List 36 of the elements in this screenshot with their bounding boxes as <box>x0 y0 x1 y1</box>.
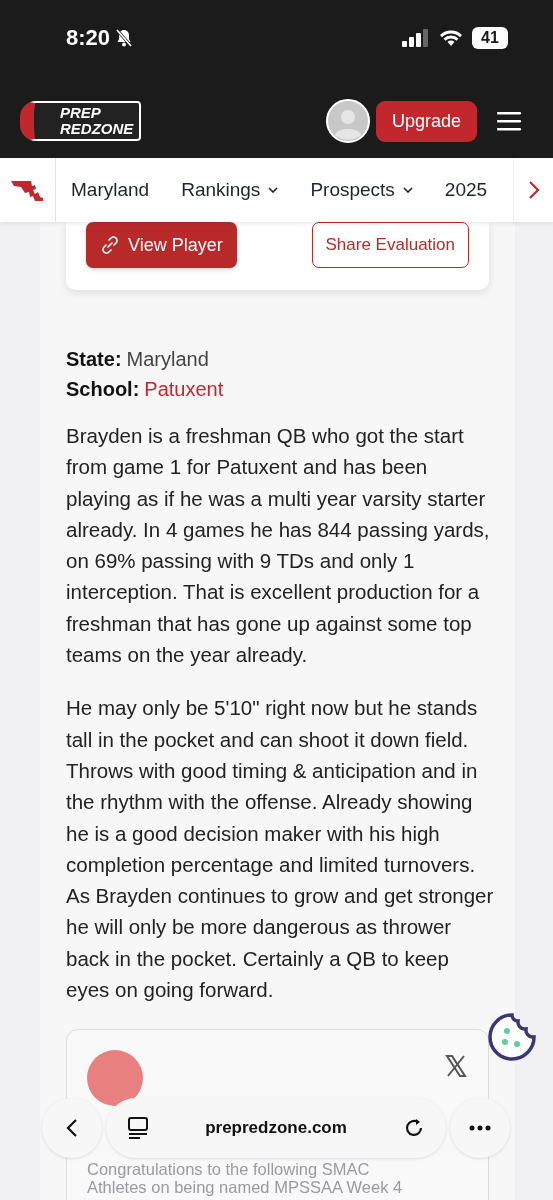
menu-button[interactable] <box>497 111 521 131</box>
wifi-icon <box>439 29 463 47</box>
site-logo[interactable]: PREP REDZONE <box>20 101 142 141</box>
address-bar[interactable]: prepredzone.com <box>106 1098 446 1158</box>
reader-icon <box>126 1116 150 1140</box>
fact-value: Maryland <box>126 348 209 370</box>
x-logo-icon <box>444 1054 468 1079</box>
nav-link[interactable]: Maryland <box>71 179 150 201</box>
chevron-down-icon <box>268 187 279 193</box>
scroll-right-button[interactable] <box>513 158 553 222</box>
chevron-left-icon <box>66 1118 78 1138</box>
signal-icon <box>402 29 430 47</box>
menu-icon <box>497 111 521 131</box>
state-map-icon <box>10 179 45 201</box>
fact-label: School: <box>66 378 140 400</box>
evaluation-paragraph: He may only be 5'10" right now but he stands tall in the pocket and can shoot it down field. Throws with good timing & anticipation and in the rhythm with the offense. Already showing he is a good decision maker with his high completion percentage and limited turnovers. As Brayden continues to grow and get stronger he will only be more dangerous as thrower back in the pocket. Certainly a QB to keep eyes on going forward. <box>66 695 494 1004</box>
chevron-down-icon <box>402 187 413 193</box>
chevron-right-icon <box>527 180 540 200</box>
evaluation-paragraph: Brayden is a freshman QB who got the start from game 1 for Patuxent and has been playing as if he was a multi year varsity starter already. In 4 games he has 844 passing yards, on 69% passing with 9 TDs and only 1 interception. That is excellent production for a freshman that has gone up against some top teams on the year already. <box>66 423 491 669</box>
nav-link[interactable]: 2025 <box>444 179 488 201</box>
clock-time: 8:20 <box>66 25 111 51</box>
more-icon <box>469 1125 491 1131</box>
post-text: Congratulations to the following SMAC Athletes on being named MPSSAA Week 4 <box>87 1160 404 1197</box>
share-evaluation-button[interactable]: Share Evaluation <box>311 222 469 268</box>
fact-label: State: <box>66 348 122 370</box>
link-icon <box>100 235 120 255</box>
view-player-button[interactable]: View Player <box>86 222 237 268</box>
url-text: prepredzone.com <box>205 1118 347 1138</box>
nav-link[interactable]: Rankings <box>181 179 279 201</box>
avatar-icon <box>325 99 370 143</box>
avatar-icon <box>87 1050 143 1107</box>
battery-percent: 41 <box>481 29 499 47</box>
school-link[interactable]: Patuxent <box>144 378 224 400</box>
nav-link[interactable]: Prospects <box>310 179 413 201</box>
cookie-settings-button[interactable] <box>486 1012 538 1064</box>
upgrade-button[interactable]: Upgrade <box>375 100 477 142</box>
